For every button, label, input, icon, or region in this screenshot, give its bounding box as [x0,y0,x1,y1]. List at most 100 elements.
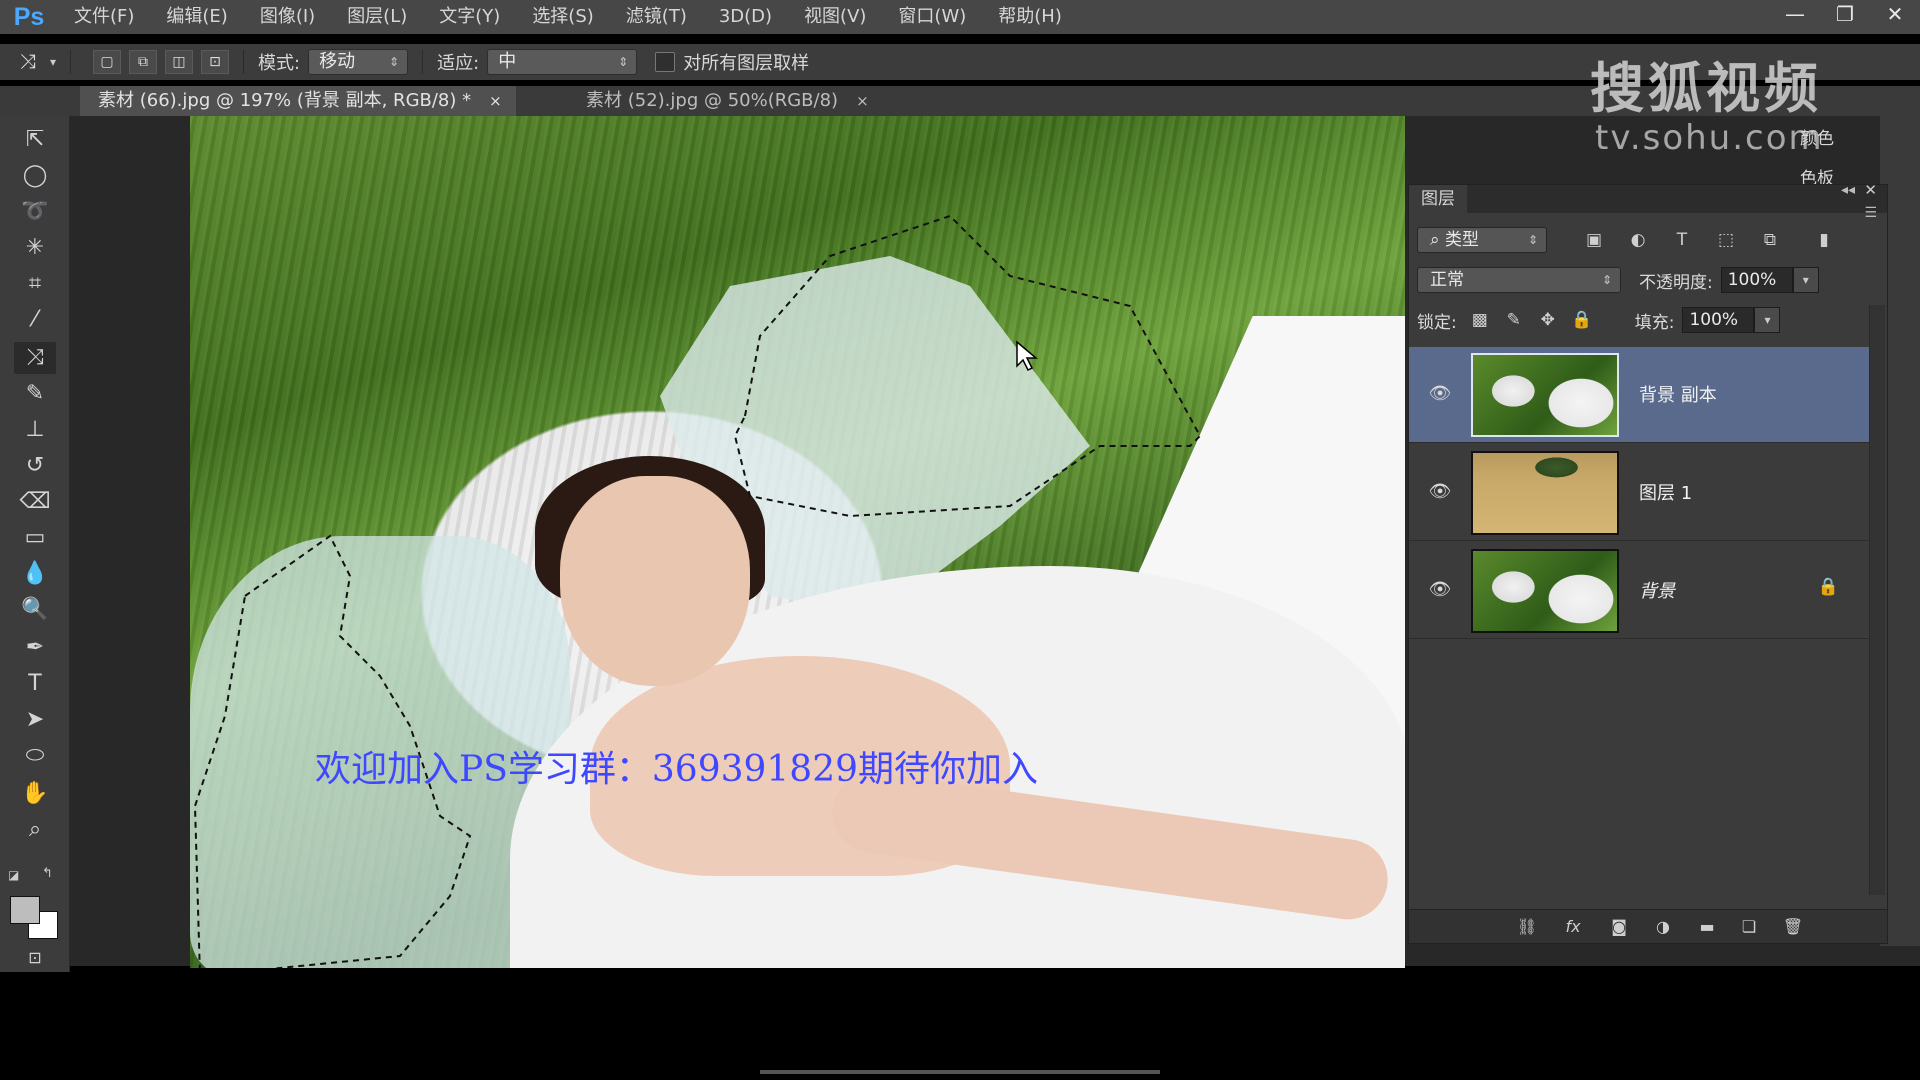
restore-button[interactable]: ❐ [1820,0,1870,30]
layer-row-background[interactable]: 👁 背景 🔒 [1409,543,1869,639]
menu-edit[interactable]: 编辑(E) [150,0,243,34]
layers-scrollbar[interactable] [1869,305,1885,895]
content-aware-move-tool-icon[interactable]: ⤨ [14,342,56,374]
quick-mask-icon[interactable]: ⊡ [14,942,56,974]
type-tool-icon[interactable]: T [14,668,56,700]
new-group-icon[interactable]: ▬ [1693,916,1721,938]
filter-type-icon[interactable]: T [1665,228,1699,252]
lasso-tool-icon[interactable]: ➰ [14,196,56,228]
eyedropper-tool-icon[interactable]: ⁄ [14,304,56,336]
chevron-updown-icon: ⇕ [618,55,629,69]
menu-type[interactable]: 文字(Y) [423,0,516,34]
menu-file[interactable]: 文件(F) [58,0,150,34]
layers-panel-header: 图层 ◂◂ ✕ ☰ [1409,181,1887,221]
opacity-dropdown-icon[interactable]: ▾ [1792,267,1819,293]
fill-dropdown-icon[interactable]: ▾ [1754,307,1781,333]
filter-type-select[interactable]: ⌕ 类型 ⇕ [1417,227,1547,253]
minimize-button[interactable]: — [1770,0,1820,30]
lock-image-icon[interactable]: ✎ [1497,310,1531,330]
mode-value: 移动 [319,51,356,72]
eye-icon[interactable]: 👁 [1425,477,1455,507]
tab-label: 素材 (52).jpg @ 50%(RGB/8) [586,90,839,111]
ellipse-tool-icon[interactable]: ⬭ [14,740,56,772]
gradient-tool-icon[interactable]: ▭ [14,522,56,554]
menu-select[interactable]: 选择(S) [516,0,609,34]
sample-all-layers-label: 对所有图层取样 [683,53,810,74]
panel-menu-icon[interactable]: ☰ [1864,205,1877,221]
lock-transparent-icon[interactable]: ▩ [1463,310,1497,330]
crop-tool-icon[interactable]: ⌗ [14,268,56,300]
layers-panel: 图层 ◂◂ ✕ ☰ ⌕ 类型 ⇕ ▣ ◐ T ⬚ ⧉ ▮ 正常 ⇕ 不透明度: … [1408,181,1888,944]
lock-icon: 🔒 [1817,577,1839,597]
filter-type-value: 类型 [1444,230,1479,250]
marquee-tool-icon[interactable]: ◯ [14,160,56,192]
close-tab-icon[interactable]: × [856,92,869,110]
hand-tool-icon[interactable]: ✋ [14,778,56,810]
video-progress-bar[interactable] [760,1070,1160,1074]
menu-window[interactable]: 窗口(W) [882,0,982,34]
add-mask-icon[interactable]: ◙ [1605,916,1633,938]
mode-select[interactable]: 移动 ⇕ [308,49,409,75]
fill-label: 填充: [1634,312,1675,333]
stamp-tool-icon[interactable]: ⊥ [14,414,56,446]
menu-layer[interactable]: 图层(L) [331,0,423,34]
lock-position-icon[interactable]: ✥ [1531,310,1565,330]
filter-pixel-icon[interactable]: ▣ [1577,228,1611,252]
pen-tool-icon[interactable]: ✒ [14,632,56,664]
menu-filter[interactable]: 滤镜(T) [610,0,703,34]
lock-all-icon[interactable]: 🔒 [1565,310,1599,330]
blend-mode-select[interactable]: 正常 ⇕ [1417,267,1621,293]
separator [422,50,424,74]
fill-input[interactable]: 100% [1682,307,1755,333]
blur-tool-icon[interactable]: 💧 [14,558,56,590]
tool-preset-dropdown-icon[interactable]: ▾ [50,55,56,69]
add-selection-icon[interactable]: ⧉ [129,50,158,74]
layer-filter-row: ⌕ 类型 ⇕ ▣ ◐ T ⬚ ⧉ ▮ [1417,227,1879,253]
subtract-selection-icon[interactable]: ◫ [165,50,194,74]
menu-view[interactable]: 视图(V) [788,0,882,34]
eraser-tool-icon[interactable]: ⌫ [14,486,56,518]
close-button[interactable]: ✕ [1870,0,1920,30]
foreground-color-swatch[interactable] [10,896,40,924]
adjustment-layer-icon[interactable]: ◑ [1649,916,1677,938]
dodge-tool-icon[interactable]: 🔍 [14,594,56,626]
link-layers-icon[interactable]: ⛓ [1513,916,1541,938]
layers-panel-title[interactable]: 图层 [1409,185,1467,213]
close-panel-icon[interactable]: ✕ [1864,181,1877,199]
layer-row-background-copy[interactable]: 👁 背景 副本 [1409,347,1869,443]
filter-shape-icon[interactable]: ⬚ [1709,228,1743,252]
sample-all-layers-checkbox[interactable] [655,52,676,72]
content-aware-move-icon[interactable]: ⤨ [8,50,48,74]
new-layer-icon[interactable]: ❏ [1735,916,1763,938]
intersect-selection-icon[interactable]: ⊡ [201,50,230,74]
new-selection-icon[interactable]: ▢ [93,50,122,74]
zoom-tool-icon[interactable]: ⌕ [14,814,56,846]
tab-document-66[interactable]: 素材 (66).jpg @ 197% (背景 副本, RGB/8) * × [80,86,516,116]
filter-smart-object-icon[interactable]: ⧉ [1753,228,1787,252]
swap-colors-icon[interactable]: ↰ [42,866,53,881]
layer-style-fx-icon[interactable]: fx [1559,916,1587,938]
collapse-panel-icon[interactable]: ◂◂ [1841,182,1855,198]
menu-help[interactable]: 帮助(H) [982,0,1078,34]
menu-image[interactable]: 图像(I) [244,0,331,34]
photoshop-logo: Ps [13,2,45,31]
magic-wand-tool-icon[interactable]: ✳ [14,232,56,264]
path-selection-tool-icon[interactable]: ➤ [14,704,56,736]
history-brush-tool-icon[interactable]: ↺ [14,450,56,482]
filter-adjustment-icon[interactable]: ◐ [1621,228,1655,252]
menu-3d[interactable]: 3D(D) [703,0,788,34]
move-tool-icon[interactable]: ⇱ [14,124,56,156]
brush-tool-icon[interactable]: ✎ [14,378,56,410]
eye-icon[interactable]: 👁 [1425,379,1455,409]
default-colors-icon[interactable]: ◪ [8,868,19,882]
tab-document-52[interactable]: 素材 (52).jpg @ 50%(RGB/8) × [568,86,883,116]
opacity-input[interactable]: 100% [1720,267,1793,293]
eye-icon[interactable]: 👁 [1425,575,1455,605]
separator [70,50,72,74]
layer-row-layer-1[interactable]: 👁 图层 1 [1409,445,1869,541]
filter-toggle-icon[interactable]: ▮ [1807,228,1841,252]
adapt-select[interactable]: 中 ⇕ [487,49,638,75]
close-tab-icon[interactable]: × [489,92,502,110]
trash-icon[interactable]: 🗑 [1779,916,1807,938]
chevron-updown-icon: ⇕ [389,55,400,69]
